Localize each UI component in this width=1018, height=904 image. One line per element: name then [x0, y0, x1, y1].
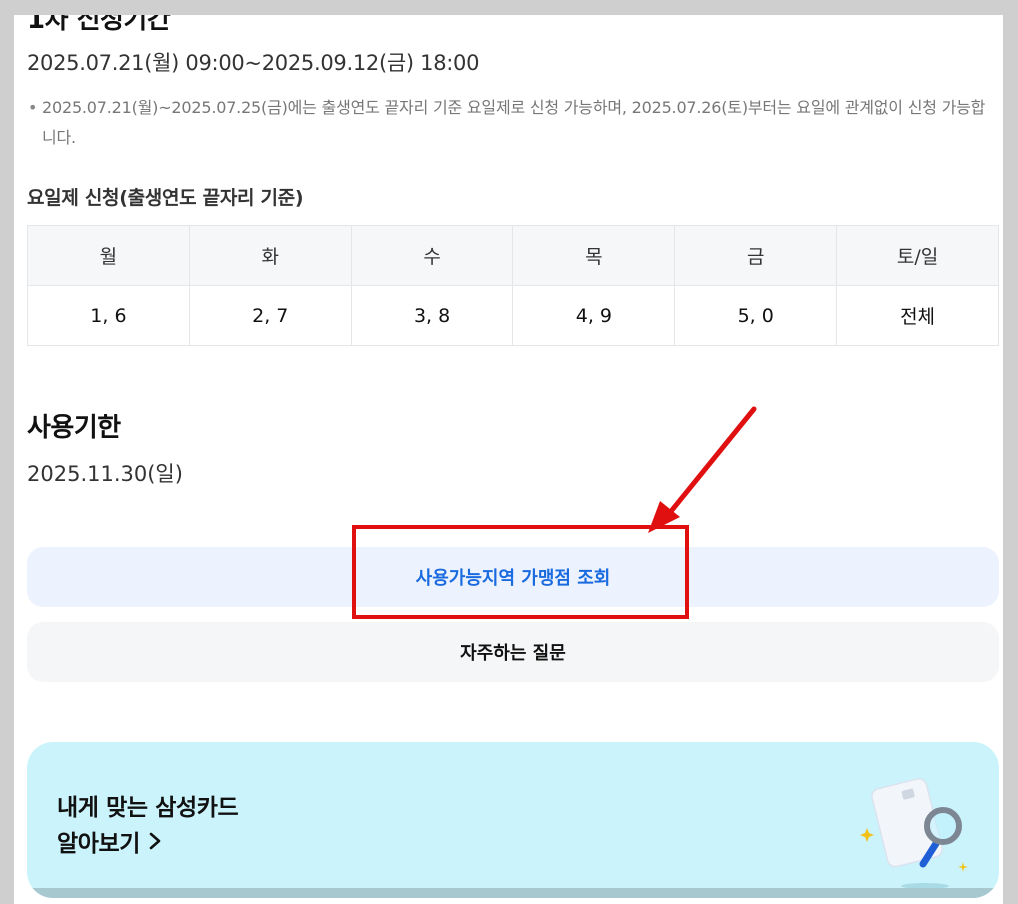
faq-button[interactable]: 자주하는 질문 [27, 622, 999, 682]
application-period-title: 1차 신청기간 [27, 15, 171, 35]
chevron-right-icon [149, 832, 161, 850]
table-header-cell: 금 [674, 225, 838, 286]
note-bullet: • [28, 98, 38, 117]
table-header-cell: 화 [188, 225, 352, 286]
usage-period-date: 2025.11.30(일) [27, 462, 183, 486]
table-header-cell: 목 [512, 225, 676, 286]
table-cell: 1, 6 [27, 285, 190, 346]
schedule-title: 요일제 신청(출생연도 끝자리 기준) [27, 187, 304, 209]
application-period: 2025.07.21(월) 09:00~2025.09.12(금) 18:00 [27, 51, 480, 75]
arrow-icon [648, 406, 757, 533]
table-cell: 5, 0 [674, 285, 838, 346]
table-cell: 4, 9 [512, 285, 676, 346]
table-cell: 2, 7 [188, 285, 352, 346]
banner-bottom-edge [27, 888, 999, 898]
usage-period-title: 사용기한 [27, 413, 121, 443]
card-magnifier-icon [860, 778, 968, 889]
samsung-card-banner[interactable]: 내게 맞는 삼성카드 알아보기 [27, 742, 999, 898]
banner-learn-more-link[interactable]: 알아보기 [57, 824, 162, 858]
application-note: • 2025.07.21(월)~2025.07.25(금)에는 출생연도 끝자리… [27, 93, 995, 153]
schedule-table: 월 화 수 목 금 토/일 1, 6 2, 7 3, 8 4, 9 5, 0 전… [27, 225, 999, 346]
page: 1차 신청기간 2025.07.21(월) 09:00~2025.09.12(금… [14, 15, 1003, 904]
table-header-cell: 수 [350, 225, 514, 286]
table-cell: 전체 [836, 285, 999, 346]
table-cell: 3, 8 [350, 285, 514, 346]
table-header-cell: 토/일 [836, 225, 999, 286]
table-header-row: 월 화 수 목 금 토/일 [27, 225, 999, 286]
table-row: 1, 6 2, 7 3, 8 4, 9 5, 0 전체 [27, 285, 999, 346]
banner-headline: 내게 맞는 삼성카드 [57, 795, 239, 821]
table-header-cell: 월 [27, 225, 190, 286]
note-text: 2025.07.21(월)~2025.07.25(금)에는 출생연도 끝자리 기… [42, 98, 986, 147]
banner-link-label: 알아보기 [57, 831, 141, 857]
